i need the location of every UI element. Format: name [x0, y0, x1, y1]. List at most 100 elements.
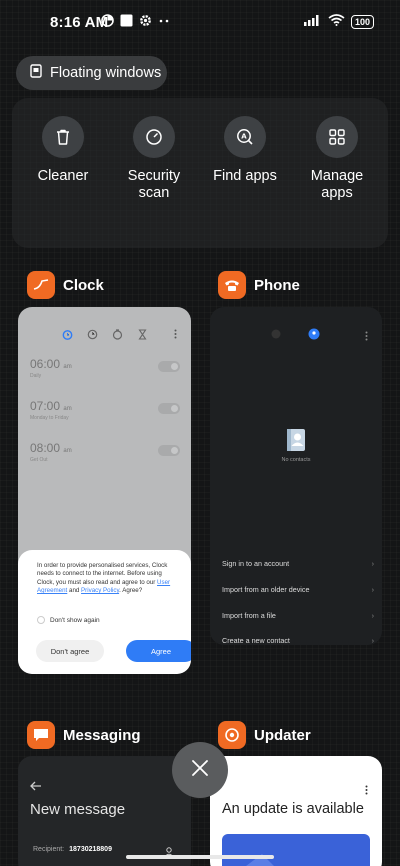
clock-recent-card[interactable]: 06:00 am Daily 07:00 am Monday to Friday…: [18, 307, 191, 674]
chevron-right-icon: ›: [371, 636, 374, 645]
alarm-toggle[interactable]: [158, 403, 180, 414]
dont-agree-button[interactable]: Don't agree: [36, 640, 104, 662]
timer-tab-icon: [137, 327, 148, 345]
alarm-row[interactable]: 07:00 am Monday to Friday: [30, 399, 182, 421]
empty-state-text: No contacts: [281, 457, 311, 463]
chevron-right-icon: ›: [371, 559, 374, 568]
clock-tabs: [62, 327, 148, 345]
menu-item[interactable]: Sign in to an account ›: [222, 559, 374, 568]
alarm-row[interactable]: 08:00 am Get Out: [30, 441, 182, 463]
alarm-label: Monday to Friday: [30, 415, 69, 421]
dont-show-again-checkbox[interactable]: Don't show again: [37, 616, 100, 624]
agree-button[interactable]: Agree: [126, 640, 191, 662]
dont-show-again-label: Don't show again: [50, 616, 100, 624]
home-indicator[interactable]: [126, 855, 274, 859]
phone-app-header[interactable]: Phone: [218, 271, 300, 299]
messaging-app-name: Messaging: [63, 726, 141, 744]
recipient-label: Recipient:: [33, 846, 65, 853]
manage-apps-label: Manage apps: [310, 168, 364, 201]
checkbox-circle-icon: [37, 616, 45, 624]
close-all-button[interactable]: [172, 742, 228, 798]
clock-app-header[interactable]: Clock: [27, 271, 104, 299]
wifi-icon: [328, 13, 345, 31]
security-scan-label: Security scan: [127, 168, 181, 201]
menu-item-label: Sign in to an account: [222, 559, 290, 568]
updater-app-header[interactable]: Updater: [218, 721, 311, 749]
menu-item[interactable]: Import from an older device ›: [222, 585, 374, 594]
alarm-tab-icon: [62, 327, 73, 345]
status-icons-left: [101, 14, 170, 32]
new-message-title: New message: [30, 801, 126, 818]
floating-windows-label: Floating windows: [50, 65, 162, 81]
contacts-tab-icon: [308, 327, 320, 345]
more-vert-icon: [174, 326, 177, 344]
alarm-time: 07:00: [30, 399, 61, 413]
privacy-dialog: In order to provide personalised service…: [18, 550, 191, 674]
updater-app-icon: [218, 721, 246, 749]
menu-item-label: Import from an older device: [222, 585, 310, 594]
security-scan-button[interactable]: Security scan: [112, 116, 196, 202]
alarm-label: Daily: [30, 373, 42, 379]
dialog-text-part: . Agree?: [119, 586, 143, 594]
menu-item-label: Create a new contact: [222, 636, 290, 645]
alarm-toggle[interactable]: [158, 445, 180, 456]
world-clock-tab-icon: [87, 327, 98, 345]
settings-gear-icon: [139, 14, 152, 32]
updater-recent-card[interactable]: An update is available: [210, 756, 382, 866]
recents-tab-icon: [270, 327, 282, 345]
alarm-row[interactable]: 06:00 am Daily: [30, 357, 182, 379]
menu-item[interactable]: Import from a file ›: [222, 611, 374, 620]
manage-apps-button[interactable]: Manage apps: [295, 116, 379, 202]
grid-icon: [316, 116, 358, 158]
dialog-message: In order to provide personalised service…: [37, 562, 177, 595]
phone-recent-card[interactable]: No contacts Sign in to an account › Impor…: [210, 307, 382, 645]
find-apps-icon: A: [224, 116, 266, 158]
menu-item[interactable]: Create a new contact ›: [222, 636, 374, 645]
messaging-recent-card[interactable]: New message Recipient: 18730218809: [18, 756, 191, 866]
floating-window-icon: [30, 64, 42, 82]
clock-app-icon: [27, 271, 55, 299]
alarm-label: Get Out: [30, 457, 48, 463]
more-vert-icon: [365, 328, 368, 346]
more-vert-icon: [365, 782, 368, 800]
alarm-ampm: am: [63, 448, 72, 454]
signal-icon: [303, 13, 322, 31]
menu-item-label: Import from a file: [222, 611, 276, 620]
find-apps-button[interactable]: A Find apps: [203, 116, 287, 185]
alarm-time: 06:00: [30, 357, 61, 371]
cleaner-label: Cleaner: [37, 168, 89, 184]
messaging-app-icon: [27, 721, 55, 749]
stopwatch-tab-icon: [112, 327, 123, 345]
phone-tabs: [270, 327, 320, 345]
find-apps-label: Find apps: [213, 168, 277, 184]
battery-icon: 100: [350, 15, 374, 29]
update-banner-image: [222, 834, 370, 866]
contacts-empty-icon: [284, 427, 310, 458]
back-arrow-icon: [30, 778, 42, 796]
clock-app-name: Clock: [63, 276, 104, 294]
alarm-ampm: am: [63, 364, 72, 370]
recipient-row[interactable]: Recipient: 18730218809: [33, 846, 112, 853]
chevron-right-icon: ›: [371, 585, 374, 594]
phone-app-name: Phone: [254, 276, 300, 294]
more-dots-icon: [158, 14, 170, 32]
security-scan-icon: [133, 116, 175, 158]
status-icons-right: 100: [303, 13, 374, 31]
messaging-app-header[interactable]: Messaging: [27, 721, 141, 749]
privacy-policy-link[interactable]: Privacy Policy: [81, 587, 119, 594]
trash-icon: [42, 116, 84, 158]
dialog-text-part: In order to provide personalised service…: [37, 562, 168, 586]
data-saver-icon: [101, 14, 114, 32]
floating-windows-button[interactable]: Floating windows: [16, 56, 167, 90]
notification-square-icon: [120, 14, 133, 32]
updater-app-name: Updater: [254, 726, 311, 744]
add-contact-icon: [164, 844, 174, 862]
update-available-title: An update is available: [222, 801, 364, 817]
dialog-text-part: and: [67, 586, 82, 594]
cleaner-button[interactable]: Cleaner: [21, 116, 105, 185]
status-time: 8:16 AM: [50, 14, 109, 31]
alarm-toggle[interactable]: [158, 361, 180, 372]
alarm-ampm: am: [63, 406, 72, 412]
recipient-value: 18730218809: [69, 846, 112, 853]
chevron-right-icon: ›: [371, 611, 374, 620]
